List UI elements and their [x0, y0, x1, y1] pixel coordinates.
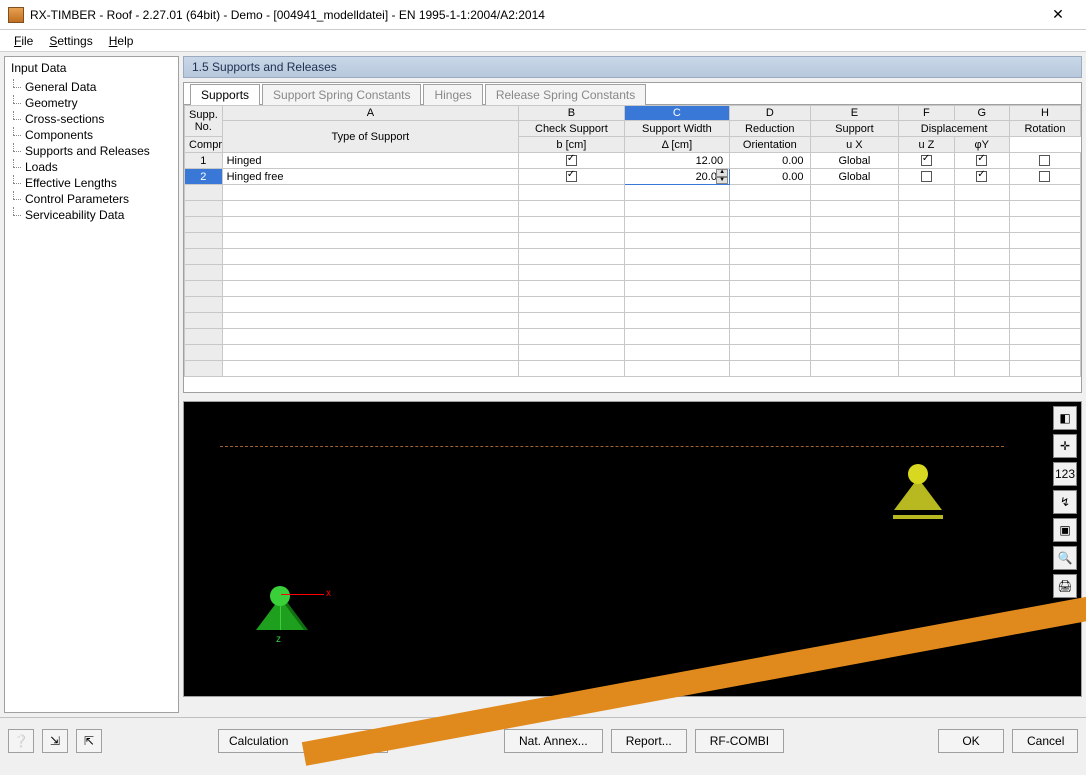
- export-button[interactable]: ⇲: [42, 729, 68, 753]
- hdr-red1: Reduction: [730, 121, 810, 137]
- viz-btn-zoom[interactable]: 🔍: [1053, 546, 1077, 570]
- hdr-ux: u X: [810, 137, 899, 153]
- hdr-check2: Compression: [185, 137, 223, 153]
- viz-btn-view[interactable]: ◧: [1053, 406, 1077, 430]
- checkbox-icon: [921, 155, 932, 166]
- hdr-width1: Support Width: [624, 121, 729, 137]
- viz-btn-move[interactable]: ✛: [1053, 434, 1077, 458]
- tree-item-components[interactable]: Components: [5, 127, 178, 143]
- cancel-button[interactable]: Cancel: [1012, 729, 1078, 753]
- tree-item-serviceability[interactable]: Serviceability Data: [5, 207, 178, 223]
- hdr-suppno: Supp.No.: [185, 106, 223, 137]
- visualization[interactable]: x z ◧ ✛ 123 ↯ ▣ 🔍 🖨: [183, 401, 1082, 697]
- tab-row: Supports Support Spring Constants Hinges…: [184, 83, 1081, 105]
- checkbox-icon: [566, 155, 577, 166]
- app-icon: [8, 7, 24, 23]
- tab-supports[interactable]: Supports: [190, 84, 260, 105]
- hdr-check1: Check Support: [519, 121, 624, 137]
- col-b[interactable]: B: [519, 106, 624, 121]
- tree-item-loads[interactable]: Loads: [5, 159, 178, 175]
- tab-release-spring[interactable]: Release Spring Constants: [485, 84, 646, 105]
- table-row[interactable]: 1 Hinged 12.00 0.00 Global: [185, 153, 1081, 169]
- checkbox-icon: [1039, 171, 1050, 182]
- footer: ❔ ⇲ ⇱ Calculation Nat. Annex... Report..…: [0, 717, 1086, 763]
- dash-line: [220, 446, 1004, 447]
- support-right: [894, 478, 942, 510]
- menu-help[interactable]: Help: [101, 32, 142, 50]
- checkbox-icon: [1039, 155, 1050, 166]
- checkbox-icon: [921, 171, 932, 182]
- ok-button[interactable]: OK: [938, 729, 1004, 753]
- rf-combi-button[interactable]: RF-COMBI: [695, 729, 784, 753]
- viz-btn-print[interactable]: 🖨: [1053, 574, 1077, 598]
- checkbox-icon: [976, 171, 987, 182]
- hdr-disp: Displacement: [899, 121, 1010, 137]
- nat-annex-button[interactable]: Nat. Annex...: [504, 729, 603, 753]
- hdr-orient1: Support: [810, 121, 899, 137]
- viz-btn-3d[interactable]: ▣: [1053, 518, 1077, 542]
- col-c[interactable]: C: [624, 106, 729, 121]
- menu-file[interactable]: File: [6, 32, 41, 50]
- hdr-orient2: Orientation: [730, 137, 810, 153]
- tree-item-control-params[interactable]: Control Parameters: [5, 191, 178, 207]
- col-g[interactable]: G: [954, 106, 1009, 121]
- hdr-type: Type of Support: [222, 121, 519, 153]
- menu-settings[interactable]: Settings: [41, 32, 100, 50]
- help-button[interactable]: ❔: [8, 729, 34, 753]
- viz-toolbar: ◧ ✛ 123 ↯ ▣ 🔍 🖨: [1053, 406, 1077, 598]
- tree-item-general[interactable]: General Data: [5, 79, 178, 95]
- col-a[interactable]: A: [222, 106, 519, 121]
- hdr-uz: u Z: [899, 137, 954, 153]
- section-title: 1.5 Supports and Releases: [183, 56, 1082, 78]
- report-button[interactable]: Report...: [611, 729, 687, 753]
- import-button[interactable]: ⇱: [76, 729, 102, 753]
- tree-item-eff-lengths[interactable]: Effective Lengths: [5, 175, 178, 191]
- grid[interactable]: Supp.No. A B C D E F G H Type of Support…: [183, 105, 1082, 393]
- tree-panel: Input Data General Data Geometry Cross-s…: [4, 56, 179, 713]
- col-e[interactable]: E: [810, 106, 899, 121]
- axis-z: [280, 594, 281, 630]
- hdr-rot1: Rotation: [1009, 121, 1080, 137]
- col-d[interactable]: D: [730, 106, 810, 121]
- tab-spring-constants[interactable]: Support Spring Constants: [262, 84, 421, 105]
- tree-item-supports[interactable]: Supports and Releases: [5, 143, 178, 159]
- spinner-icon[interactable]: ▲▼: [716, 169, 728, 184]
- col-h[interactable]: H: [1009, 106, 1080, 121]
- width-input[interactable]: 20.00▲▼: [624, 169, 729, 185]
- window-title: RX-TIMBER - Roof - 2.27.01 (64bit) - Dem…: [30, 8, 1038, 22]
- hdr-rot2: φY: [954, 137, 1009, 153]
- axis-x: [280, 594, 324, 595]
- checkbox-icon: [566, 171, 577, 182]
- hdr-red2: Δ [cm]: [624, 137, 729, 153]
- tree-item-geometry[interactable]: Geometry: [5, 95, 178, 111]
- viz-btn-values[interactable]: 123: [1053, 462, 1077, 486]
- col-f[interactable]: F: [899, 106, 954, 121]
- table-row[interactable]: 2 Hinged free 20.00▲▼ 0.00 Global: [185, 169, 1081, 185]
- tree-item-cross-sections[interactable]: Cross-sections: [5, 111, 178, 127]
- viz-btn-axes[interactable]: ↯: [1053, 490, 1077, 514]
- tree-root[interactable]: Input Data: [5, 57, 178, 79]
- menubar: File Settings Help: [0, 30, 1086, 52]
- close-button[interactable]: ✕: [1038, 6, 1078, 23]
- tab-hinges[interactable]: Hinges: [423, 84, 482, 105]
- hdr-width2: b [cm]: [519, 137, 624, 153]
- titlebar: RX-TIMBER - Roof - 2.27.01 (64bit) - Dem…: [0, 0, 1086, 30]
- checkbox-icon: [976, 155, 987, 166]
